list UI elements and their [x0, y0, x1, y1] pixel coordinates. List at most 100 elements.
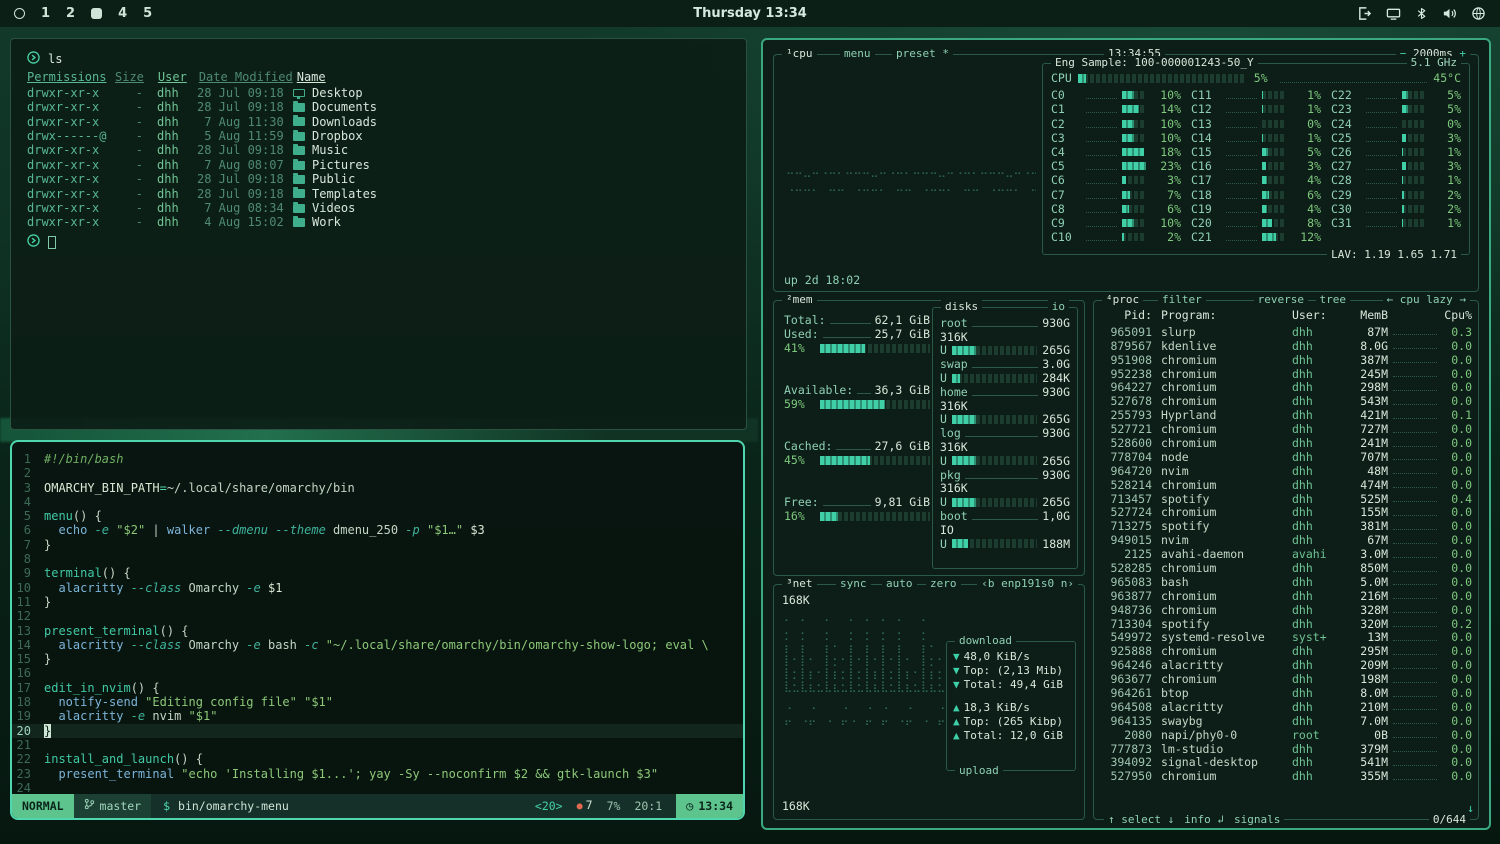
code-line[interactable]: 3OMARCHY_BIN_PATH=~/.local/share/omarchy…: [12, 481, 743, 495]
git-branch[interactable]: master: [74, 794, 152, 818]
header-name: Name: [293, 70, 730, 84]
process-row[interactable]: 527678chromiumdhh543M0.0: [1100, 394, 1472, 408]
code-line[interactable]: 21: [12, 738, 743, 752]
code-line[interactable]: 23 present_terminal "echo 'Installing $1…: [12, 767, 743, 781]
process-row[interactable]: 394092signal-desktopdhh541M0.0: [1100, 756, 1472, 770]
network-globe-icon[interactable]: [1471, 6, 1486, 21]
workspace-2[interactable]: 2: [66, 6, 75, 21]
process-row[interactable]: 528214chromiumdhh474M0.0: [1100, 478, 1472, 492]
code-line[interactable]: 8: [12, 552, 743, 566]
workspace-4[interactable]: 4: [118, 6, 127, 21]
terminal-cursor[interactable]: [48, 236, 56, 249]
process-row[interactable]: 964508alacrittydhh210M0.0: [1100, 700, 1472, 714]
io-tab[interactable]: io: [1048, 300, 1069, 314]
process-row[interactable]: 925888chromiumdhh295M0.0: [1100, 644, 1472, 658]
process-row[interactable]: 777873lm-studiodhh379M0.0: [1100, 742, 1472, 756]
workspace-circle[interactable]: [14, 8, 25, 19]
reverse-button[interactable]: reverse: [1254, 293, 1308, 307]
process-row[interactable]: 965091slurpdhh87M0.3: [1100, 325, 1472, 339]
code-line[interactable]: 11}: [12, 595, 743, 609]
screencast-icon[interactable]: [1386, 6, 1401, 21]
cpu-core-row: C910%: [1051, 216, 1181, 230]
prompt-line-empty[interactable]: [27, 234, 730, 250]
code-line[interactable]: 12: [12, 609, 743, 623]
process-row[interactable]: 549972systemd-resolvesyst+13M0.0: [1100, 631, 1472, 645]
tree-button[interactable]: tree: [1316, 293, 1351, 307]
net-graph: ⠂⠀⠂⠀⠀⠂⠀⠀⠂⠀⠂⠀⠂⠀⠂⠀⠀⠂⠀⠀⠂⠀⠂⠀⠂⠀⠂⠀⠀⠂⠀⠀⠂⠀⠂⠀⠂⠀⠂⠀…: [784, 615, 946, 793]
process-row[interactable]: 527724chromiumdhh155M0.0: [1100, 506, 1472, 520]
net-interface[interactable]: ‹b enp191s0 n›: [977, 577, 1078, 591]
net-zero-tab[interactable]: zero: [926, 577, 961, 591]
file-row: drwx------@-dhh 5 Aug 11:59Dropbox: [27, 129, 730, 143]
file-row: drwxr-xr-x-dhh 7 Aug 08:07Pictures: [27, 158, 730, 172]
process-row[interactable]: 528600chromiumdhh241M0.0: [1100, 436, 1472, 450]
code-line[interactable]: 24: [12, 781, 743, 794]
net-sync-tab[interactable]: sync: [836, 577, 871, 591]
code-line[interactable]: 5menu() {: [12, 509, 743, 523]
process-row[interactable]: 952238chromiumdhh245M0.0: [1100, 367, 1472, 381]
process-row[interactable]: 879567kdenlivedhh8.0G0.0: [1100, 339, 1472, 353]
cpu-total-row: CPU 5% 45°C: [1051, 71, 1461, 85]
code-line[interactable]: 1#!/bin/bash: [12, 452, 743, 466]
process-row[interactable]: 713457spotifydhh525M0.4: [1100, 492, 1472, 506]
net-auto-tab[interactable]: auto: [882, 577, 917, 591]
preset-button[interactable]: preset *: [892, 47, 953, 61]
process-row[interactable]: 255793Hyprlanddhh421M0.1: [1100, 408, 1472, 422]
sort-selector[interactable]: ← cpu lazy →: [1383, 293, 1470, 307]
process-row[interactable]: 778704nodedhh707M0.0: [1100, 450, 1472, 464]
volume-icon[interactable]: [1442, 6, 1457, 21]
code-line[interactable]: 7}: [12, 538, 743, 552]
cpu-core-row: C111%: [1191, 88, 1321, 102]
folder-icon: [293, 161, 305, 170]
code-line[interactable]: 4: [12, 495, 743, 509]
workspace-5[interactable]: 5: [143, 6, 152, 21]
code-line[interactable]: 19 alacritty -e nvim "$1": [12, 709, 743, 723]
process-row[interactable]: 949015nvimdhh67M0.0: [1100, 533, 1472, 547]
logout-icon[interactable]: [1357, 6, 1372, 21]
process-row[interactable]: 713275spotifydhh381M0.0: [1100, 519, 1472, 533]
editor-lines[interactable]: 1#!/bin/bash23OMARCHY_BIN_PATH=~/.local/…: [12, 442, 743, 794]
process-row[interactable]: 527950chromiumdhh355M0.0: [1100, 770, 1472, 784]
code-line[interactable]: 22install_and_launch() {: [12, 752, 743, 766]
process-row[interactable]: 964246alacrittydhh209M0.0: [1100, 658, 1472, 672]
process-row[interactable]: 528285chromiumdhh850M0.0: [1100, 561, 1472, 575]
code-line[interactable]: 15}: [12, 652, 743, 666]
info-key[interactable]: info ↲: [1184, 813, 1224, 827]
cpu-core-row: C310%: [1051, 131, 1181, 145]
code-line[interactable]: 18 notify-send "Editing config file" "$1…: [12, 695, 743, 709]
code-line[interactable]: 14 alacritty --class Omarchy -e bash -c …: [12, 638, 743, 652]
select-keys[interactable]: ↑ select ↓: [1108, 813, 1174, 827]
process-row[interactable]: 965083bashdhh5.0M0.0: [1100, 575, 1472, 589]
top-bar: 1245 Thursday 13:34: [0, 0, 1500, 27]
process-row[interactable]: 964135swaybgdhh7.0M0.0: [1100, 714, 1472, 728]
process-row[interactable]: 964261btopdhh8.0M0.0: [1100, 686, 1472, 700]
cpu-core-row: C121%: [1191, 102, 1321, 116]
code-line[interactable]: 6 echo -e "$2" | walker --dmenu --theme …: [12, 523, 743, 537]
code-line[interactable]: 2: [12, 466, 743, 480]
process-row[interactable]: 963877chromiumdhh216M0.0: [1100, 589, 1472, 603]
process-row[interactable]: 951908chromiumdhh387M0.0: [1100, 353, 1472, 367]
code-line[interactable]: 16: [12, 666, 743, 680]
bluetooth-icon[interactable]: [1415, 6, 1428, 21]
workspace-square[interactable]: [91, 8, 102, 19]
cpu-core-row: C208%: [1191, 216, 1321, 230]
file-row: drwxr-xr-x-dhh28 Jul 09:18Desktop: [27, 86, 730, 100]
code-line[interactable]: 10 alacritty --class Omarchy -e $1: [12, 581, 743, 595]
code-line[interactable]: 13present_terminal() {: [12, 624, 743, 638]
process-row[interactable]: 948736chromiumdhh328M0.0: [1100, 603, 1472, 617]
process-row[interactable]: 964227chromiumdhh298M0.0: [1100, 381, 1472, 395]
net-scale-bottom: 168K: [782, 799, 810, 813]
code-line[interactable]: 20}: [12, 724, 743, 738]
process-row[interactable]: 963677chromiumdhh198M0.0: [1100, 672, 1472, 686]
process-row[interactable]: 713304spotifydhh320M0.2: [1100, 617, 1472, 631]
signals-key[interactable]: signals: [1234, 813, 1280, 827]
filter-button[interactable]: filter: [1158, 293, 1206, 307]
process-row[interactable]: 2080napi/phy0-0root0B0.0: [1100, 728, 1472, 742]
code-line[interactable]: 17edit_in_nvim() {: [12, 681, 743, 695]
code-line[interactable]: 9terminal() {: [12, 566, 743, 580]
menu-button[interactable]: menu: [840, 47, 875, 61]
process-row[interactable]: 527721chromiumdhh727M0.0: [1100, 422, 1472, 436]
workspace-1[interactable]: 1: [41, 6, 50, 21]
process-row[interactable]: 964720nvimdhh48M0.0: [1100, 464, 1472, 478]
process-row[interactable]: 2125avahi-daemonavahi3.0M0.0: [1100, 547, 1472, 561]
